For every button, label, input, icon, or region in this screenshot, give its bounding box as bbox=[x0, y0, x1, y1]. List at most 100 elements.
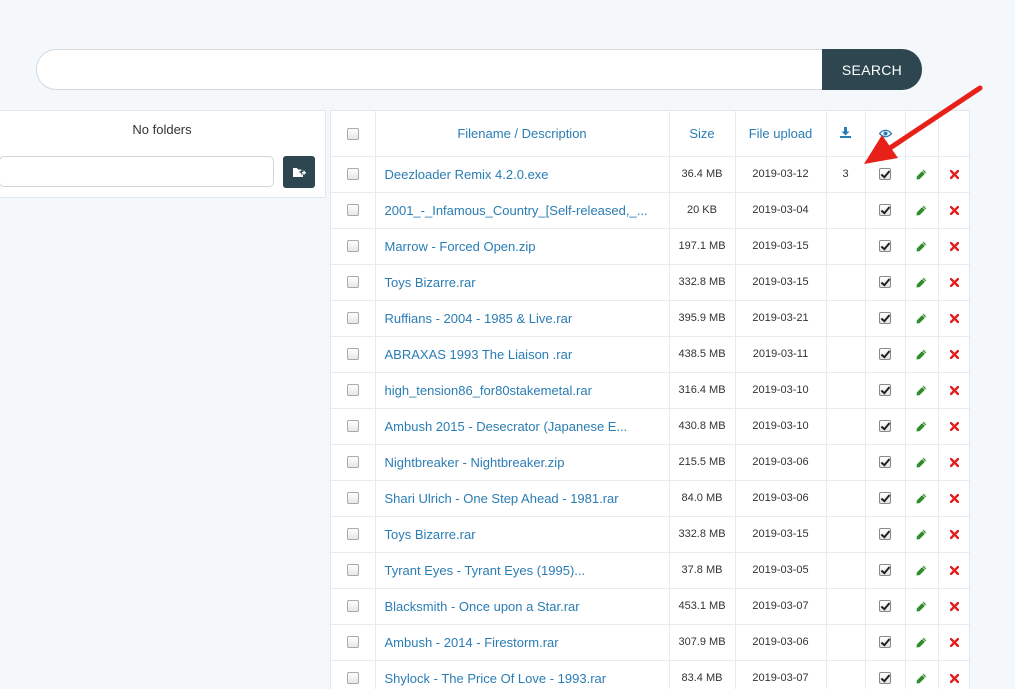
row-checkbox[interactable] bbox=[346, 492, 359, 505]
pencil-icon[interactable] bbox=[916, 241, 927, 252]
row-checkbox[interactable] bbox=[346, 528, 359, 541]
visible-checkbox[interactable] bbox=[879, 384, 891, 397]
visible-checkbox[interactable] bbox=[879, 528, 891, 541]
close-icon[interactable] bbox=[949, 313, 959, 323]
close-icon[interactable] bbox=[949, 601, 959, 611]
pencil-icon[interactable] bbox=[916, 601, 927, 612]
table-row[interactable]: Shari Ulrich - One Step Ahead - 1981.rar… bbox=[331, 480, 969, 517]
add-folder-button[interactable] bbox=[283, 156, 315, 188]
filename-link[interactable]: Marrow - Forced Open.zip bbox=[385, 239, 536, 254]
row-checkbox[interactable] bbox=[346, 456, 359, 469]
filename-link[interactable]: Ruffians - 2004 - 1985 & Live.rar bbox=[385, 311, 573, 326]
visible-checkbox[interactable] bbox=[879, 240, 891, 253]
row-checkbox[interactable] bbox=[346, 420, 359, 433]
visible-checkbox[interactable] bbox=[879, 168, 891, 181]
table-row[interactable]: Nightbreaker - Nightbreaker.zip 215.5 MB… bbox=[331, 444, 969, 481]
table-row[interactable]: Shylock - The Price Of Love - 1993.rar 8… bbox=[331, 660, 969, 689]
close-icon[interactable] bbox=[949, 565, 959, 575]
visible-checkbox[interactable] bbox=[879, 348, 891, 361]
row-checkbox[interactable] bbox=[346, 312, 359, 325]
new-folder-input[interactable] bbox=[0, 156, 274, 187]
header-upload[interactable]: File upload bbox=[735, 111, 827, 157]
visible-checkbox[interactable] bbox=[879, 420, 891, 433]
visible-checkbox[interactable] bbox=[879, 492, 891, 505]
table-row[interactable]: Toys Bizarre.rar 332.8 MB 2019-03-15 bbox=[331, 264, 969, 301]
visible-checkbox[interactable] bbox=[879, 204, 891, 217]
pencil-icon[interactable] bbox=[916, 313, 927, 324]
close-icon[interactable] bbox=[949, 637, 959, 647]
pencil-icon[interactable] bbox=[916, 277, 927, 288]
pencil-icon[interactable] bbox=[916, 385, 927, 396]
table-row[interactable]: high_tension86_for80stakemetal.rar 316.4… bbox=[331, 372, 969, 409]
table-row[interactable]: Ambush 2015 - Desecrator (Japanese E... … bbox=[331, 408, 969, 445]
table-row[interactable]: Ruffians - 2004 - 1985 & Live.rar 395.9 … bbox=[331, 300, 969, 337]
close-icon[interactable] bbox=[949, 205, 959, 215]
header-visible[interactable] bbox=[865, 111, 906, 157]
pencil-icon[interactable] bbox=[916, 637, 927, 648]
visible-checkbox[interactable] bbox=[879, 312, 891, 325]
filename-link[interactable]: Ambush - 2014 - Firestorm.rar bbox=[385, 635, 559, 650]
pencil-icon[interactable] bbox=[916, 673, 927, 684]
filename-link[interactable]: Deezloader Remix 4.2.0.exe bbox=[385, 167, 549, 182]
visible-checkbox[interactable] bbox=[879, 672, 891, 685]
header-filename[interactable]: Filename / Description bbox=[375, 111, 670, 157]
close-icon[interactable] bbox=[949, 493, 959, 503]
table-row[interactable]: Blacksmith - Once upon a Star.rar 453.1 … bbox=[331, 588, 969, 625]
close-icon[interactable] bbox=[949, 457, 959, 467]
close-icon[interactable] bbox=[949, 277, 959, 287]
filename-link[interactable]: high_tension86_for80stakemetal.rar bbox=[385, 383, 592, 398]
row-checkbox[interactable] bbox=[346, 600, 359, 613]
filename-link[interactable]: Shylock - The Price Of Love - 1993.rar bbox=[385, 671, 607, 686]
filename-link[interactable]: Toys Bizarre.rar bbox=[385, 275, 476, 290]
pencil-icon[interactable] bbox=[916, 529, 927, 540]
row-checkbox[interactable] bbox=[346, 672, 359, 685]
header-downloads[interactable] bbox=[826, 111, 866, 157]
filename-link[interactable]: Toys Bizarre.rar bbox=[385, 527, 476, 542]
filename-link[interactable]: Shari Ulrich - One Step Ahead - 1981.rar bbox=[385, 491, 619, 506]
visible-checkbox[interactable] bbox=[879, 276, 891, 289]
pencil-icon[interactable] bbox=[916, 421, 927, 432]
filename-link[interactable]: Blacksmith - Once upon a Star.rar bbox=[385, 599, 580, 614]
row-checkbox[interactable] bbox=[346, 168, 359, 181]
close-icon[interactable] bbox=[949, 421, 959, 431]
table-row[interactable]: ABRAXAS 1993 The Liaison .rar 438.5 MB 2… bbox=[331, 336, 969, 373]
pencil-icon[interactable] bbox=[916, 565, 927, 576]
select-all-checkbox[interactable] bbox=[346, 128, 359, 141]
close-icon[interactable] bbox=[949, 673, 959, 683]
row-checkbox[interactable] bbox=[346, 276, 359, 289]
table-row[interactable]: Tyrant Eyes - Tyrant Eyes (1995)... 37.8… bbox=[331, 552, 969, 589]
row-checkbox[interactable] bbox=[346, 564, 359, 577]
pencil-icon[interactable] bbox=[916, 205, 927, 216]
table-row[interactable]: Marrow - Forced Open.zip 197.1 MB 2019-0… bbox=[331, 228, 969, 265]
close-icon[interactable] bbox=[949, 385, 959, 395]
pencil-icon[interactable] bbox=[916, 457, 927, 468]
filename-link[interactable]: Tyrant Eyes - Tyrant Eyes (1995)... bbox=[385, 563, 586, 578]
search-button[interactable]: SEARCH bbox=[822, 49, 922, 90]
row-checkbox[interactable] bbox=[346, 348, 359, 361]
visible-checkbox[interactable] bbox=[879, 600, 891, 613]
table-row[interactable]: Deezloader Remix 4.2.0.exe 36.4 MB 2019-… bbox=[331, 156, 969, 193]
row-checkbox[interactable] bbox=[346, 384, 359, 397]
visible-checkbox[interactable] bbox=[879, 636, 891, 649]
close-icon[interactable] bbox=[949, 169, 959, 179]
table-row[interactable]: Ambush - 2014 - Firestorm.rar 307.9 MB 2… bbox=[331, 624, 969, 661]
close-icon[interactable] bbox=[949, 349, 959, 359]
close-icon[interactable] bbox=[949, 241, 959, 251]
visible-checkbox[interactable] bbox=[879, 456, 891, 469]
filename-link[interactable]: ABRAXAS 1993 The Liaison .rar bbox=[385, 347, 573, 362]
visible-checkbox[interactable] bbox=[879, 564, 891, 577]
pencil-icon[interactable] bbox=[916, 493, 927, 504]
row-checkbox[interactable] bbox=[346, 204, 359, 217]
row-checkbox[interactable] bbox=[346, 636, 359, 649]
filename-link[interactable]: Ambush 2015 - Desecrator (Japanese E... bbox=[385, 419, 628, 434]
pencil-icon[interactable] bbox=[916, 169, 927, 180]
header-size[interactable]: Size bbox=[669, 111, 736, 157]
table-row[interactable]: 2001_-_Infamous_Country_[Self-released,_… bbox=[331, 192, 969, 229]
search-input[interactable] bbox=[36, 49, 822, 90]
filename-link[interactable]: Nightbreaker - Nightbreaker.zip bbox=[385, 455, 565, 470]
close-icon[interactable] bbox=[949, 529, 959, 539]
row-checkbox[interactable] bbox=[346, 240, 359, 253]
pencil-icon[interactable] bbox=[916, 349, 927, 360]
table-row[interactable]: Toys Bizarre.rar 332.8 MB 2019-03-15 bbox=[331, 516, 969, 553]
filename-link[interactable]: 2001_-_Infamous_Country_[Self-released,_… bbox=[385, 203, 648, 218]
